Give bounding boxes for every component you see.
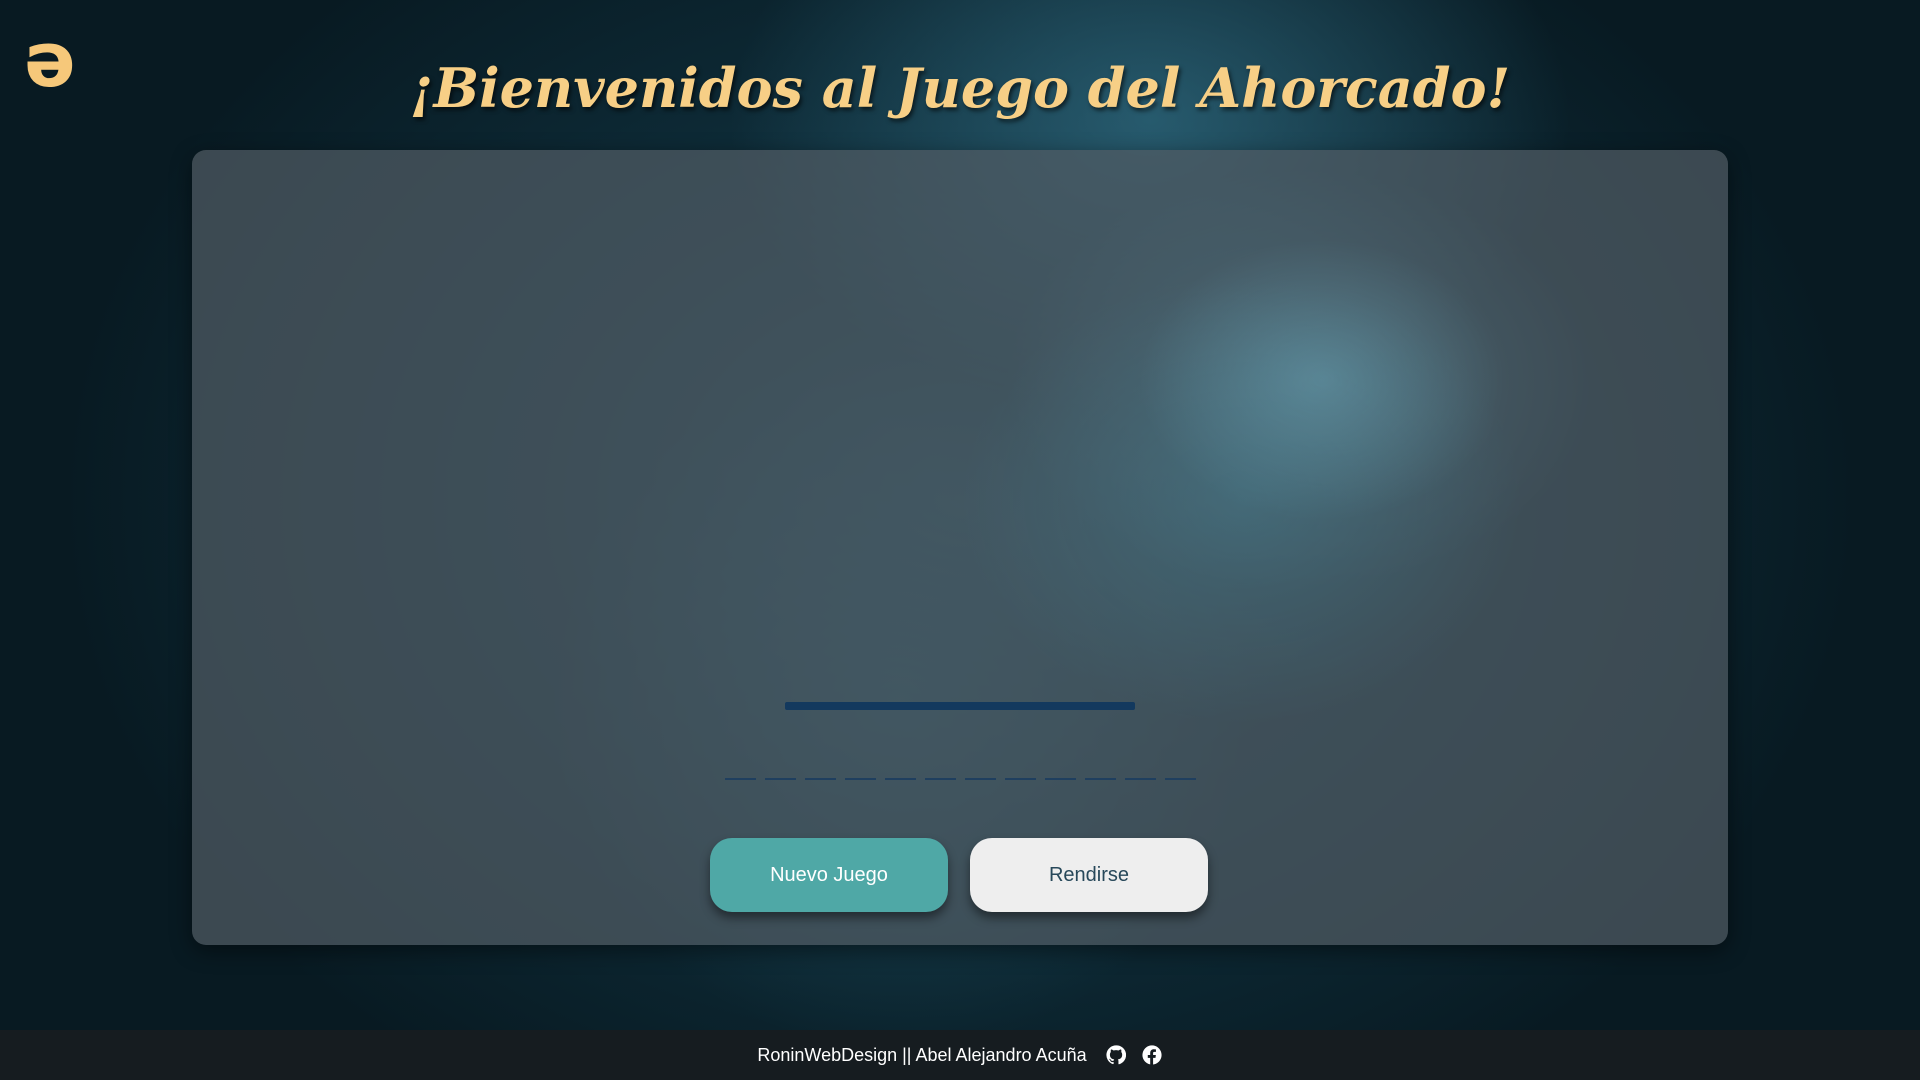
letter-slot	[1124, 762, 1156, 780]
letter-slot	[1004, 762, 1036, 780]
page-title: ¡Bienvenidos al Juego del Ahorcado!	[409, 56, 1511, 120]
letter-slot	[884, 762, 916, 780]
word-slots	[0, 762, 1920, 780]
letter-slot	[1084, 762, 1116, 780]
letter-slot	[924, 762, 956, 780]
letter-slot	[804, 762, 836, 780]
github-icon[interactable]	[1105, 1044, 1127, 1066]
new-game-button[interactable]: Nuevo Juego	[710, 838, 948, 912]
letter-slot	[1164, 762, 1196, 780]
give-up-button[interactable]: Rendirse	[970, 838, 1208, 912]
letter-slot	[844, 762, 876, 780]
footer: RoninWebDesign || Abel Alejandro Acuña	[0, 1030, 1920, 1080]
footer-credit: RoninWebDesign || Abel Alejandro Acuña	[757, 1044, 1087, 1065]
letter-slot	[724, 762, 756, 780]
gallows-base	[785, 702, 1135, 710]
letter-slot	[1044, 762, 1076, 780]
facebook-icon[interactable]	[1141, 1044, 1163, 1066]
letter-slot	[964, 762, 996, 780]
game-board	[192, 150, 1728, 945]
letter-slot	[764, 762, 796, 780]
